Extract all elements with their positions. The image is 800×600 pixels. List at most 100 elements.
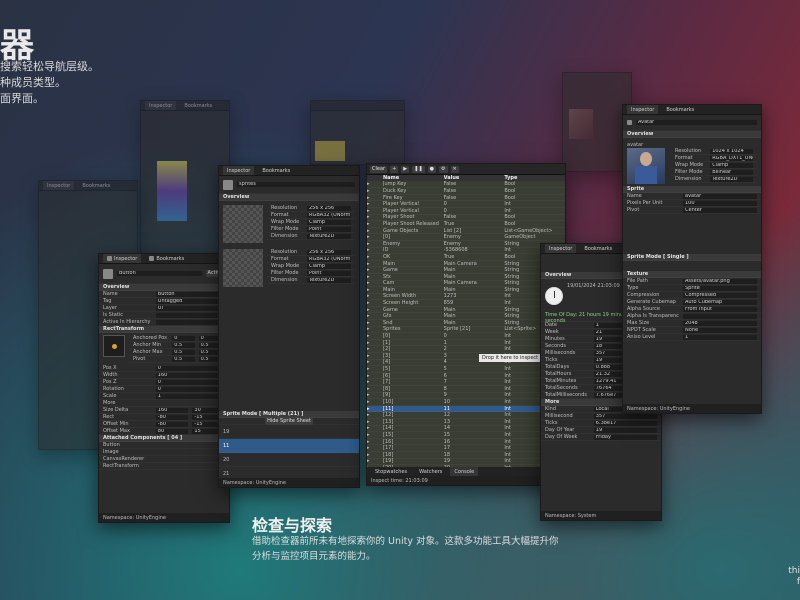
spec-row[interactable]: Dimension Texture2D [671, 176, 757, 183]
expand-icon[interactable]: ▸ [367, 188, 383, 194]
size-row[interactable]: Offset Min -80 -15 [99, 421, 229, 428]
field-value[interactable]: 357 [593, 413, 657, 419]
field-value[interactable] [683, 313, 757, 319]
record-icon[interactable]: ● [427, 165, 437, 173]
expand-icon[interactable]: ▸ [367, 412, 383, 418]
pause-icon[interactable]: ❚❚ [412, 165, 425, 173]
texture-row[interactable]: Aniso Level 1 [623, 334, 761, 341]
transform-row[interactable]: Scale 1 [99, 393, 229, 400]
size-row[interactable]: Size Delta 160 30 [99, 407, 229, 414]
sprite-item[interactable]: 11 [219, 439, 359, 453]
expand-icon[interactable]: ▸ [367, 234, 383, 240]
field-value[interactable]: -80 [155, 421, 189, 427]
expand-icon[interactable]: ▸ [367, 221, 383, 227]
spec-row[interactable]: Filter Mode Bilinear [671, 169, 757, 176]
spec-row[interactable]: Dimension Texture2D [267, 233, 355, 240]
field-value[interactable]: RGBA_DXT1_UNorm [710, 155, 753, 161]
field-value[interactable]: RGBA32 (UNorm) [307, 212, 351, 218]
attached-component-item[interactable]: Button [99, 442, 229, 449]
expand-icon[interactable]: ▸ [367, 399, 383, 405]
attached-component-item[interactable]: Image [99, 449, 229, 456]
expand-icon[interactable]: ▸ [367, 439, 383, 445]
texture-row[interactable]: Alpha Source From Input [623, 306, 761, 313]
clear-button[interactable]: Clear [370, 165, 388, 173]
expand-icon[interactable]: ▸ [367, 208, 383, 214]
tab-bookmarks[interactable]: Bookmarks [145, 256, 188, 262]
field-value[interactable]: 6.38e17 [593, 420, 657, 426]
sprite-item[interactable]: 19 [219, 425, 359, 439]
transform-row[interactable]: Pos Z 0 [99, 379, 229, 386]
field-value[interactable]: Point [307, 226, 351, 232]
expand-icon[interactable]: ▸ [367, 353, 383, 359]
rect-transform-header[interactable]: RectTransform [99, 326, 229, 333]
expand-icon[interactable]: ▸ [367, 392, 383, 398]
field-value[interactable]: Friday [593, 434, 657, 440]
overview-header[interactable]: Overview [219, 194, 359, 201]
more-foldout[interactable]: More [99, 400, 229, 407]
field-value[interactable]: Sprite [683, 285, 757, 291]
tab-inspector[interactable]: Inspector [627, 105, 659, 114]
time-row[interactable]: Ticks 6.38e17 [541, 420, 661, 427]
field-value[interactable]: Texture2D [710, 176, 753, 182]
spec-row[interactable]: Wrap Mode Clamp [267, 263, 355, 270]
expand-icon[interactable]: ▸ [367, 373, 383, 379]
field-value[interactable]: 256 x 256 [307, 249, 351, 255]
tab-console[interactable]: Console [450, 467, 479, 476]
field-value[interactable]: Clamp [307, 219, 351, 225]
expand-icon[interactable]: ▸ [367, 432, 383, 438]
field-value[interactable]: RGBA32 (UNorm) [307, 256, 351, 262]
field-value[interactable]: 0.5 [172, 356, 195, 362]
expand-icon[interactable]: ▸ [367, 346, 383, 352]
spec-row[interactable]: Dimension Texture2D [267, 277, 355, 284]
expand-icon[interactable]: ▸ [367, 425, 383, 431]
expand-icon[interactable]: ▸ [367, 247, 383, 253]
expand-icon[interactable]: ▸ [367, 320, 383, 326]
attached-component-item[interactable]: CanvasRenderer [99, 456, 229, 463]
expand-icon[interactable]: ▸ [367, 214, 383, 220]
property-row[interactable]: Tag Untagged [99, 298, 229, 305]
field-value[interactable]: 19 [593, 427, 657, 433]
transform-row[interactable]: Pos X 0 [99, 365, 229, 372]
property-row[interactable]: Active In Hierarchy [99, 319, 229, 326]
field-value[interactable]: Clamp [710, 162, 753, 168]
field-value[interactable]: 0 [155, 365, 225, 371]
field-value[interactable]: 160 [155, 372, 225, 378]
add-icon[interactable]: + [390, 165, 399, 173]
spec-row[interactable]: Wrap Mode Clamp [671, 162, 757, 169]
attached-component-item[interactable]: RectTransform [99, 463, 229, 470]
attached-components-header[interactable]: Attached Components [ 04 ] [99, 435, 229, 442]
field-value[interactable]: Texture2D [307, 233, 351, 239]
expand-icon[interactable]: ▸ [367, 445, 383, 451]
transform-row[interactable]: Width 160 [99, 372, 229, 379]
texture-row[interactable]: Compression Compressed [623, 292, 761, 299]
sprite-mode-header[interactable]: Sprite Mode [ Single ] [623, 254, 761, 261]
expand-icon[interactable]: ▸ [367, 379, 383, 385]
tab-bookmarks[interactable]: Bookmarks [258, 168, 294, 174]
expand-icon[interactable]: ▸ [367, 228, 383, 234]
sprite-row[interactable]: Name avatar [623, 193, 761, 200]
field-value[interactable]: Clamp [307, 263, 351, 269]
tab-inspector[interactable]: Inspector [145, 101, 177, 110]
time-row[interactable]: Day Of Year 19 [541, 427, 661, 434]
expand-icon[interactable]: ▸ [367, 267, 383, 273]
expand-icon[interactable]: ▸ [367, 326, 383, 332]
anchor-row[interactable]: Pivot 0.5 0.5 [129, 356, 225, 363]
expand-icon[interactable]: ▸ [367, 274, 383, 280]
field-value[interactable]: None [683, 327, 757, 333]
expand-icon[interactable]: ▸ [367, 293, 383, 299]
field-value[interactable]: Auto Cubemap [683, 299, 757, 305]
expand-icon[interactable]: ▸ [367, 359, 383, 365]
field-value[interactable]: 1024 x 1024 [710, 148, 753, 154]
sprite-section-header[interactable]: Sprite [623, 186, 761, 193]
expand-icon[interactable]: ▸ [367, 261, 383, 267]
tab-bookmarks[interactable]: Bookmarks [180, 103, 216, 109]
transform-row[interactable]: Rotation 0 [99, 386, 229, 393]
sprite-row[interactable]: Pivot Center [623, 207, 761, 214]
sprite-row[interactable]: Pixels Per Unit 100 [623, 200, 761, 207]
expand-icon[interactable]: ▸ [367, 254, 383, 260]
expand-icon[interactable]: ▸ [367, 307, 383, 313]
field-value[interactable]: -80 [155, 414, 189, 420]
texture-row[interactable]: Max Size 2048 [623, 320, 761, 327]
spec-row[interactable]: Resolution 1024 x 1024 [671, 148, 757, 155]
anchor-row[interactable]: Anchor Max 0.5 0.5 [129, 349, 225, 356]
